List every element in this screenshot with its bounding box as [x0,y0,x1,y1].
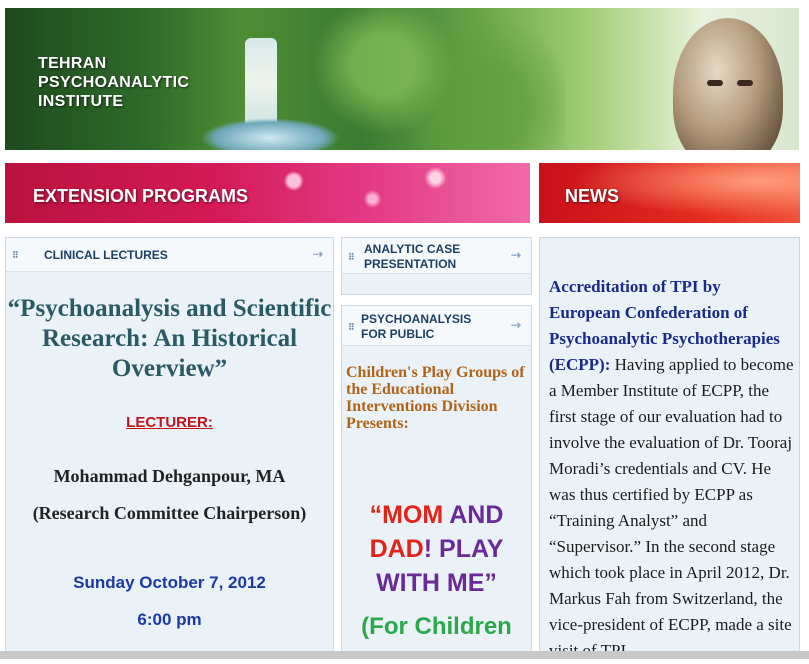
analytic-case-header[interactable]: ⠿ ANALYTIC CASE PRESENTATION ⇢ [342,238,531,274]
news-article: Accreditation of TPI by European Confede… [549,274,794,664]
analytic-case-panel: ⠿ ANALYTIC CASE PRESENTATION ⇢ [341,237,532,295]
title-line-1: TEHRAN [38,55,107,72]
lecture-date: Sunday October 7, 2012 [73,573,266,592]
play-word-and: AND [443,501,504,529]
analytic-case-title-line-1: ANALYTIC CASE [364,242,461,256]
arrow-right-icon[interactable]: ⇢ [313,247,323,261]
clinical-lectures-title: CLINICAL LECTURES [44,248,168,262]
clinical-lectures-panel: ⠿ CLINICAL LECTURES ⇢ “Psychoanalysis an… [5,237,334,659]
extension-programs-bar[interactable]: EXTENSION PROGRAMS [5,163,530,223]
public-header[interactable]: ⠿ PSYCHOANALYSIS FOR PUBLIC ⇢ [342,306,531,346]
play-groups-intro: Children's Play Groups of the Educationa… [346,364,525,432]
analytic-case-title-line-2: PRESENTATION [364,257,457,271]
news-body: Having applied to become a Member Instit… [549,355,794,660]
title-line-3: INSTITUTE [38,93,124,110]
analytic-case-title: ANALYTIC CASE PRESENTATION [364,242,460,272]
grid-bullet-icon: ⠿ [348,252,355,262]
pool-image [200,118,340,150]
title-line-2: PSYCHOANALYTIC [38,74,190,91]
play-word-play: PLAY [432,535,504,563]
arrow-right-icon[interactable]: ⇢ [511,248,521,262]
lecture-title: “Psychoanalysis and Scientific Research:… [7,295,332,382]
news-panel: Accreditation of TPI by European Confede… [539,237,800,660]
public-title-line-2: FOR PUBLIC [361,327,435,341]
public-panel: ⠿ PSYCHOANALYSIS FOR PUBLIC ⇢ Children's… [341,305,532,659]
grid-bullet-icon: ⠿ [12,250,19,260]
lecture-time: 6:00 pm [137,610,202,629]
news-bar[interactable]: NEWS [539,163,800,223]
lecturer-role: (Research Committee Chairperson) [32,503,307,523]
grid-bullet-icon: ⠿ [348,322,355,332]
foliage-image [305,8,565,150]
play-word-dad: DAD [369,535,424,563]
play-word-mom: MOM [382,501,444,529]
horizontal-scrollbar[interactable] [0,651,809,659]
news-label: NEWS [565,185,619,206]
play-subtitle: (For Children [361,613,512,640]
play-word-withme: WITH ME [376,569,485,597]
extension-programs-label: EXTENSION PROGRAMS [33,185,249,206]
play-title: “MOM AND DAD! PLAY WITH ME” [342,498,531,600]
institute-title: TEHRAN PSYCHOANALYTIC INSTITUTE [38,54,189,111]
play-quote-close: ” [484,569,497,597]
arrow-right-icon[interactable]: ⇢ [511,318,521,332]
play-word-bang: ! [423,535,433,563]
clinical-lectures-header[interactable]: ⠿ CLINICAL LECTURES ⇢ [6,238,333,272]
play-quote-open: “ [369,501,383,529]
header-banner: TEHRAN PSYCHOANALYTIC INSTITUTE [5,8,799,150]
lecturer-name: Mohammad Dehganpour, MA [53,466,286,486]
public-title-line-1: PSYCHOANALYSIS [361,312,472,326]
lecturer-label: LECTURER: [126,414,213,431]
public-title: PSYCHOANALYSIS FOR PUBLIC [361,312,471,342]
sculpture-head-image [673,18,783,150]
